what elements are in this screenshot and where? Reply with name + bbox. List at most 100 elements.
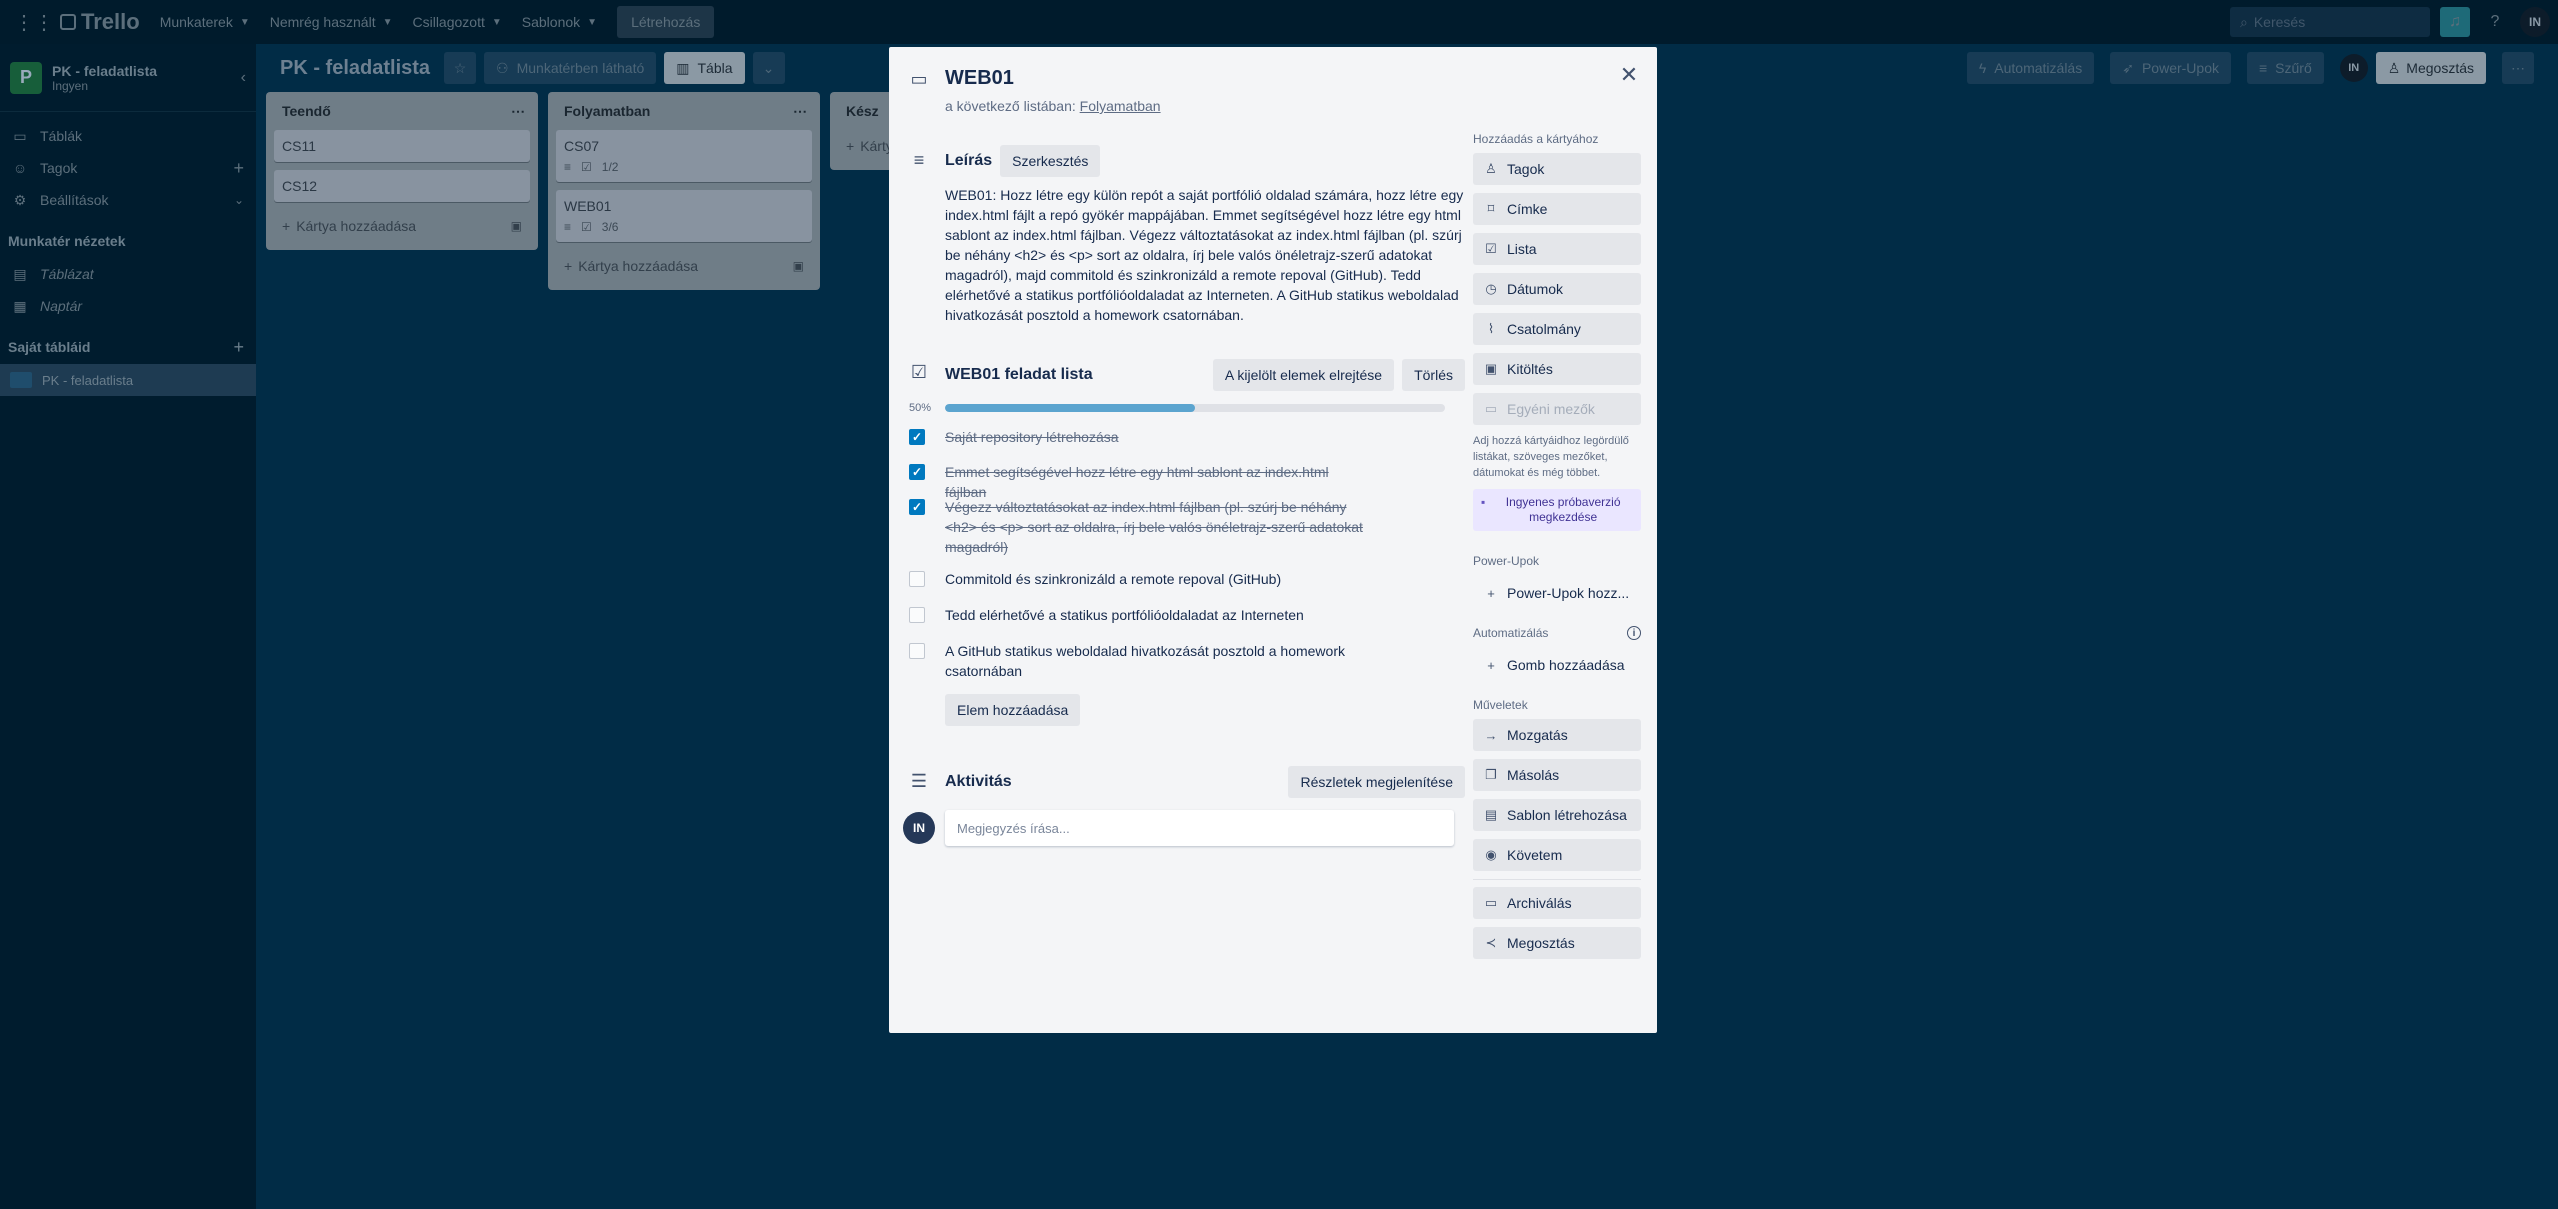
share-button[interactable]: ♙ Megosztás bbox=[2375, 52, 2486, 84]
notifications-icon[interactable]: ♫ bbox=[2440, 7, 2470, 37]
copy-button[interactable]: ❐ Másolás bbox=[1473, 759, 1641, 791]
checklist-title[interactable]: WEB01 feladat lista bbox=[945, 366, 1093, 384]
cover-button[interactable]: ▣ Kitöltés bbox=[1473, 353, 1641, 385]
checklist-button[interactable]: ☑ Lista bbox=[1473, 233, 1641, 265]
card-cs07[interactable]: CS07 ≡ ☑ 1/2 bbox=[556, 130, 812, 182]
sidebar-item-boards[interactable]: ▭ Táblák bbox=[0, 120, 256, 152]
checkbox[interactable]: ✓ bbox=[909, 464, 925, 480]
list-header[interactable]: Folyamatban ⋯ bbox=[556, 92, 812, 130]
checkbox[interactable] bbox=[909, 643, 925, 659]
sidebar-board-item[interactable]: PK - feladatlista bbox=[0, 364, 256, 396]
checklist-item-text[interactable]: Commitold és szinkronizáld a remote repo… bbox=[945, 569, 1365, 589]
dates-button[interactable]: ◷ Dátumok bbox=[1473, 273, 1641, 305]
list-menu-icon[interactable]: ⋯ bbox=[793, 103, 808, 120]
watch-button[interactable]: ◉ Követem bbox=[1473, 839, 1641, 871]
comment-avatar[interactable]: IN bbox=[903, 812, 935, 844]
checklist-item-text[interactable]: A GitHub statikus weboldalad hivatkozásá… bbox=[945, 641, 1365, 681]
members-button[interactable]: ♙ Tagok bbox=[1473, 153, 1641, 185]
edit-description-button[interactable]: Szerkesztés bbox=[1000, 145, 1101, 177]
checklist-item[interactable]: ✓ Saját repository létrehozása bbox=[909, 427, 1429, 447]
move-button[interactable]: → Mozgatás bbox=[1473, 719, 1641, 751]
card-web01[interactable]: WEB01 ≡ ☑ 3/6 bbox=[556, 190, 812, 242]
checklist-item[interactable]: ✓ Emmet segítségével hozz létre egy html … bbox=[909, 462, 1429, 502]
add-board-icon[interactable]: + bbox=[233, 337, 248, 358]
card-title: CS12 bbox=[282, 178, 318, 194]
checkbox[interactable] bbox=[909, 571, 925, 587]
template-icon[interactable]: ▣ bbox=[511, 219, 522, 233]
board-member-avatar[interactable]: IN bbox=[2339, 54, 2368, 82]
checklist-item[interactable]: ✓ Végezz változtatásokat az index.html fá… bbox=[909, 497, 1429, 557]
show-details-button[interactable]: Részletek megjelenítése bbox=[1288, 766, 1465, 798]
add-checklist-item-button[interactable]: Elem hozzáadása bbox=[945, 694, 1081, 726]
button-label: Címke bbox=[1507, 201, 1548, 217]
card-side-column: Hozzáadás a kártyához ♙ Tagok ⌑ Címke ☑ Lis… bbox=[1473, 129, 1641, 967]
menu-workspaces[interactable]: Munkaterek ▼ bbox=[150, 6, 260, 38]
user-avatar[interactable]: IN bbox=[2520, 7, 2550, 37]
checklist-item-text[interactable]: Saját repository létrehozása bbox=[945, 427, 1365, 447]
checklist-item[interactable]: A GitHub statikus weboldalad hivatkozásá… bbox=[909, 641, 1429, 681]
filter-button[interactable]: ≡ Szűrő bbox=[2246, 52, 2324, 84]
star-icon[interactable]: ☆ bbox=[444, 52, 477, 84]
delete-checklist-button[interactable]: Törlés bbox=[1402, 359, 1465, 391]
sidebar-item-table[interactable]: ▤ Táblázat bbox=[0, 258, 256, 290]
more-menu-icon[interactable]: ⋯ bbox=[2502, 52, 2534, 84]
custom-fields-button[interactable]: ▭ Egyéni mezők bbox=[1473, 393, 1641, 425]
menu-recent[interactable]: Nemrég használt ▼ bbox=[260, 6, 403, 38]
start-trial-button[interactable]: ▪ Ingyenes próbaverzió megkezdése bbox=[1473, 489, 1641, 531]
checkbox[interactable]: ✓ bbox=[909, 429, 925, 445]
add-button-button[interactable]: + Gomb hozzáadása bbox=[1473, 649, 1641, 681]
power-ups-button[interactable]: ➶ Power-Upok bbox=[2110, 52, 2231, 84]
close-icon[interactable]: ✕ bbox=[1613, 59, 1645, 91]
info-icon[interactable]: i bbox=[1627, 626, 1641, 640]
description-header: Leírás Szerkesztés bbox=[945, 145, 1465, 177]
plus-icon: + bbox=[282, 218, 291, 234]
automation-button[interactable]: ϟ Automatizálás bbox=[1966, 52, 2095, 84]
trello-logo[interactable]: Trello bbox=[60, 9, 140, 35]
menu-templates[interactable]: Sablonok ▼ bbox=[512, 6, 607, 38]
sidebar-item-calendar[interactable]: ▦ Naptár bbox=[0, 290, 256, 322]
checklist-item-text[interactable]: Végezz változtatásokat az index.html fáj… bbox=[945, 497, 1365, 557]
workspace-name[interactable]: PK - feladatlista bbox=[52, 63, 157, 79]
template-icon[interactable]: ▣ bbox=[793, 259, 804, 273]
create-button[interactable]: Létrehozás bbox=[617, 6, 715, 38]
list-link[interactable]: Folyamatban bbox=[1080, 98, 1161, 114]
menu-starred[interactable]: Csillagozott ▼ bbox=[402, 6, 511, 38]
card-cs11[interactable]: CS11 bbox=[274, 130, 530, 162]
description-text[interactable]: WEB01: Hozz létre egy külön repót a sajá… bbox=[945, 185, 1465, 325]
board-title[interactable]: PK - feladatlista bbox=[280, 57, 430, 80]
share-card-button[interactable]: ≺ Megosztás bbox=[1473, 927, 1641, 959]
visibility-button[interactable]: ⚇ Munkatérben látható bbox=[484, 52, 657, 84]
hide-checked-button[interactable]: A kijelölt elemek elrejtése bbox=[1212, 359, 1395, 391]
arrow-right-icon: → bbox=[1484, 727, 1498, 743]
card-cs12[interactable]: CS12 bbox=[274, 170, 530, 202]
add-member-icon[interactable]: + bbox=[233, 158, 244, 179]
checklist-item[interactable]: Commitold és szinkronizáld a remote repo… bbox=[909, 569, 1429, 589]
checkbox[interactable]: ✓ bbox=[909, 499, 925, 515]
labels-button[interactable]: ⌑ Címke bbox=[1473, 193, 1641, 225]
checklist-item-text[interactable]: Emmet segítségével hozz létre egy html s… bbox=[945, 462, 1365, 502]
checklist-item-text[interactable]: Tedd elérhetővé a statikus portfólióolda… bbox=[945, 605, 1365, 625]
app-switcher-icon[interactable]: ⋮⋮ bbox=[8, 10, 60, 35]
archive-button[interactable]: ▭ Archiválás bbox=[1473, 887, 1641, 919]
make-template-button[interactable]: ▤ Sablon létrehozása bbox=[1473, 799, 1641, 831]
menu-label: Csillagozott bbox=[412, 14, 485, 30]
checkbox[interactable] bbox=[909, 607, 925, 623]
checklist-item[interactable]: Tedd elérhetővé a statikus portfólióolda… bbox=[909, 605, 1429, 625]
view-switcher-chevron-icon[interactable]: ⌄ bbox=[752, 52, 785, 84]
collapse-sidebar-icon[interactable]: ‹ bbox=[241, 69, 246, 87]
add-card-button[interactable]: + Kártya hozzáadása ▣ bbox=[556, 250, 812, 282]
help-icon[interactable]: ? bbox=[2480, 7, 2510, 37]
card-title-heading[interactable]: WEB01 bbox=[945, 67, 1161, 90]
list-menu-icon[interactable]: ⋯ bbox=[511, 103, 526, 120]
sidebar-item-members[interactable]: ☺ Tagok + bbox=[0, 152, 256, 184]
comment-input[interactable]: Megjegyzés írása... bbox=[945, 810, 1454, 846]
view-board-button[interactable]: ▥ Tábla bbox=[664, 52, 745, 84]
sidebar-item-settings[interactable]: ⚙ Beállítások ⌄ bbox=[0, 184, 256, 216]
search-input[interactable]: ⌕ Keresés bbox=[2230, 7, 2430, 37]
list-header[interactable]: Teendő ⋯ bbox=[274, 92, 530, 130]
chevron-down-icon[interactable]: ⌄ bbox=[234, 193, 244, 207]
add-card-button[interactable]: + Kártya hozzáadása ▣ bbox=[274, 210, 530, 242]
attachment-button[interactable]: ⌇ Csatolmány bbox=[1473, 313, 1641, 345]
add-power-ups-button[interactable]: + Power-Upok hozz... bbox=[1473, 577, 1641, 609]
section-label: Munkatér nézetek bbox=[8, 233, 126, 249]
